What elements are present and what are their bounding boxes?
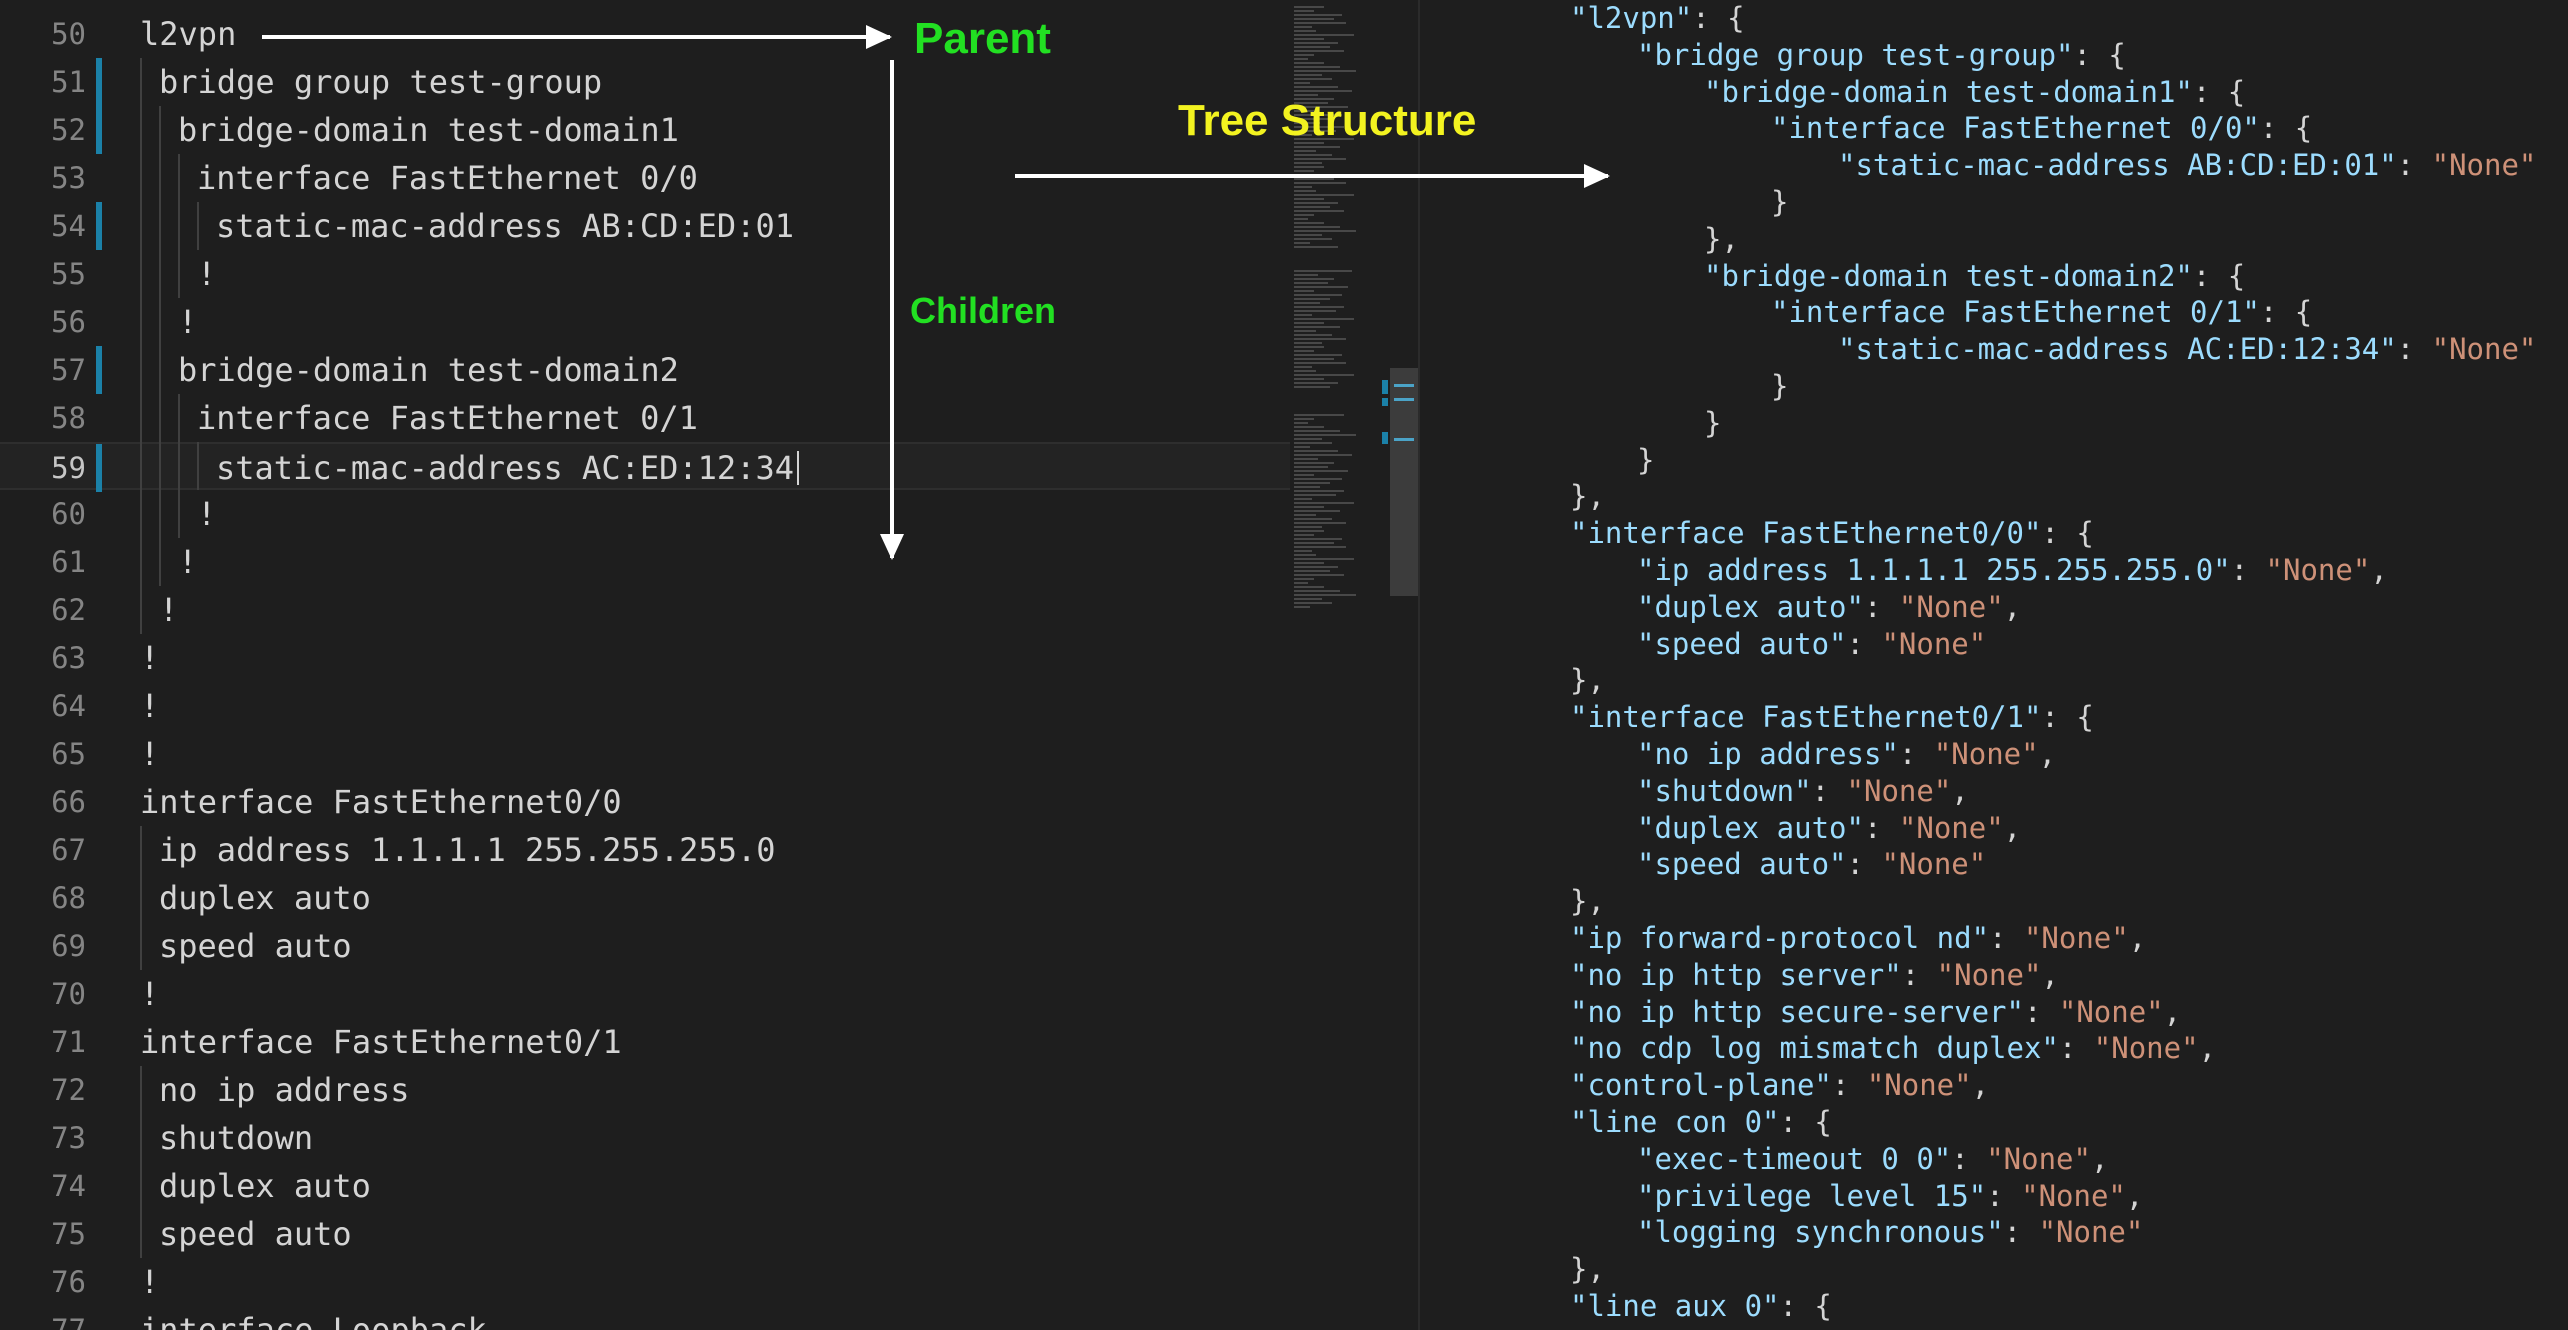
tree-structure-label: Tree Structure [1178, 96, 1477, 145]
parent-label: Parent [914, 14, 1051, 63]
annotation-arrows [262, 25, 1610, 560]
children-label: Children [910, 290, 1057, 331]
